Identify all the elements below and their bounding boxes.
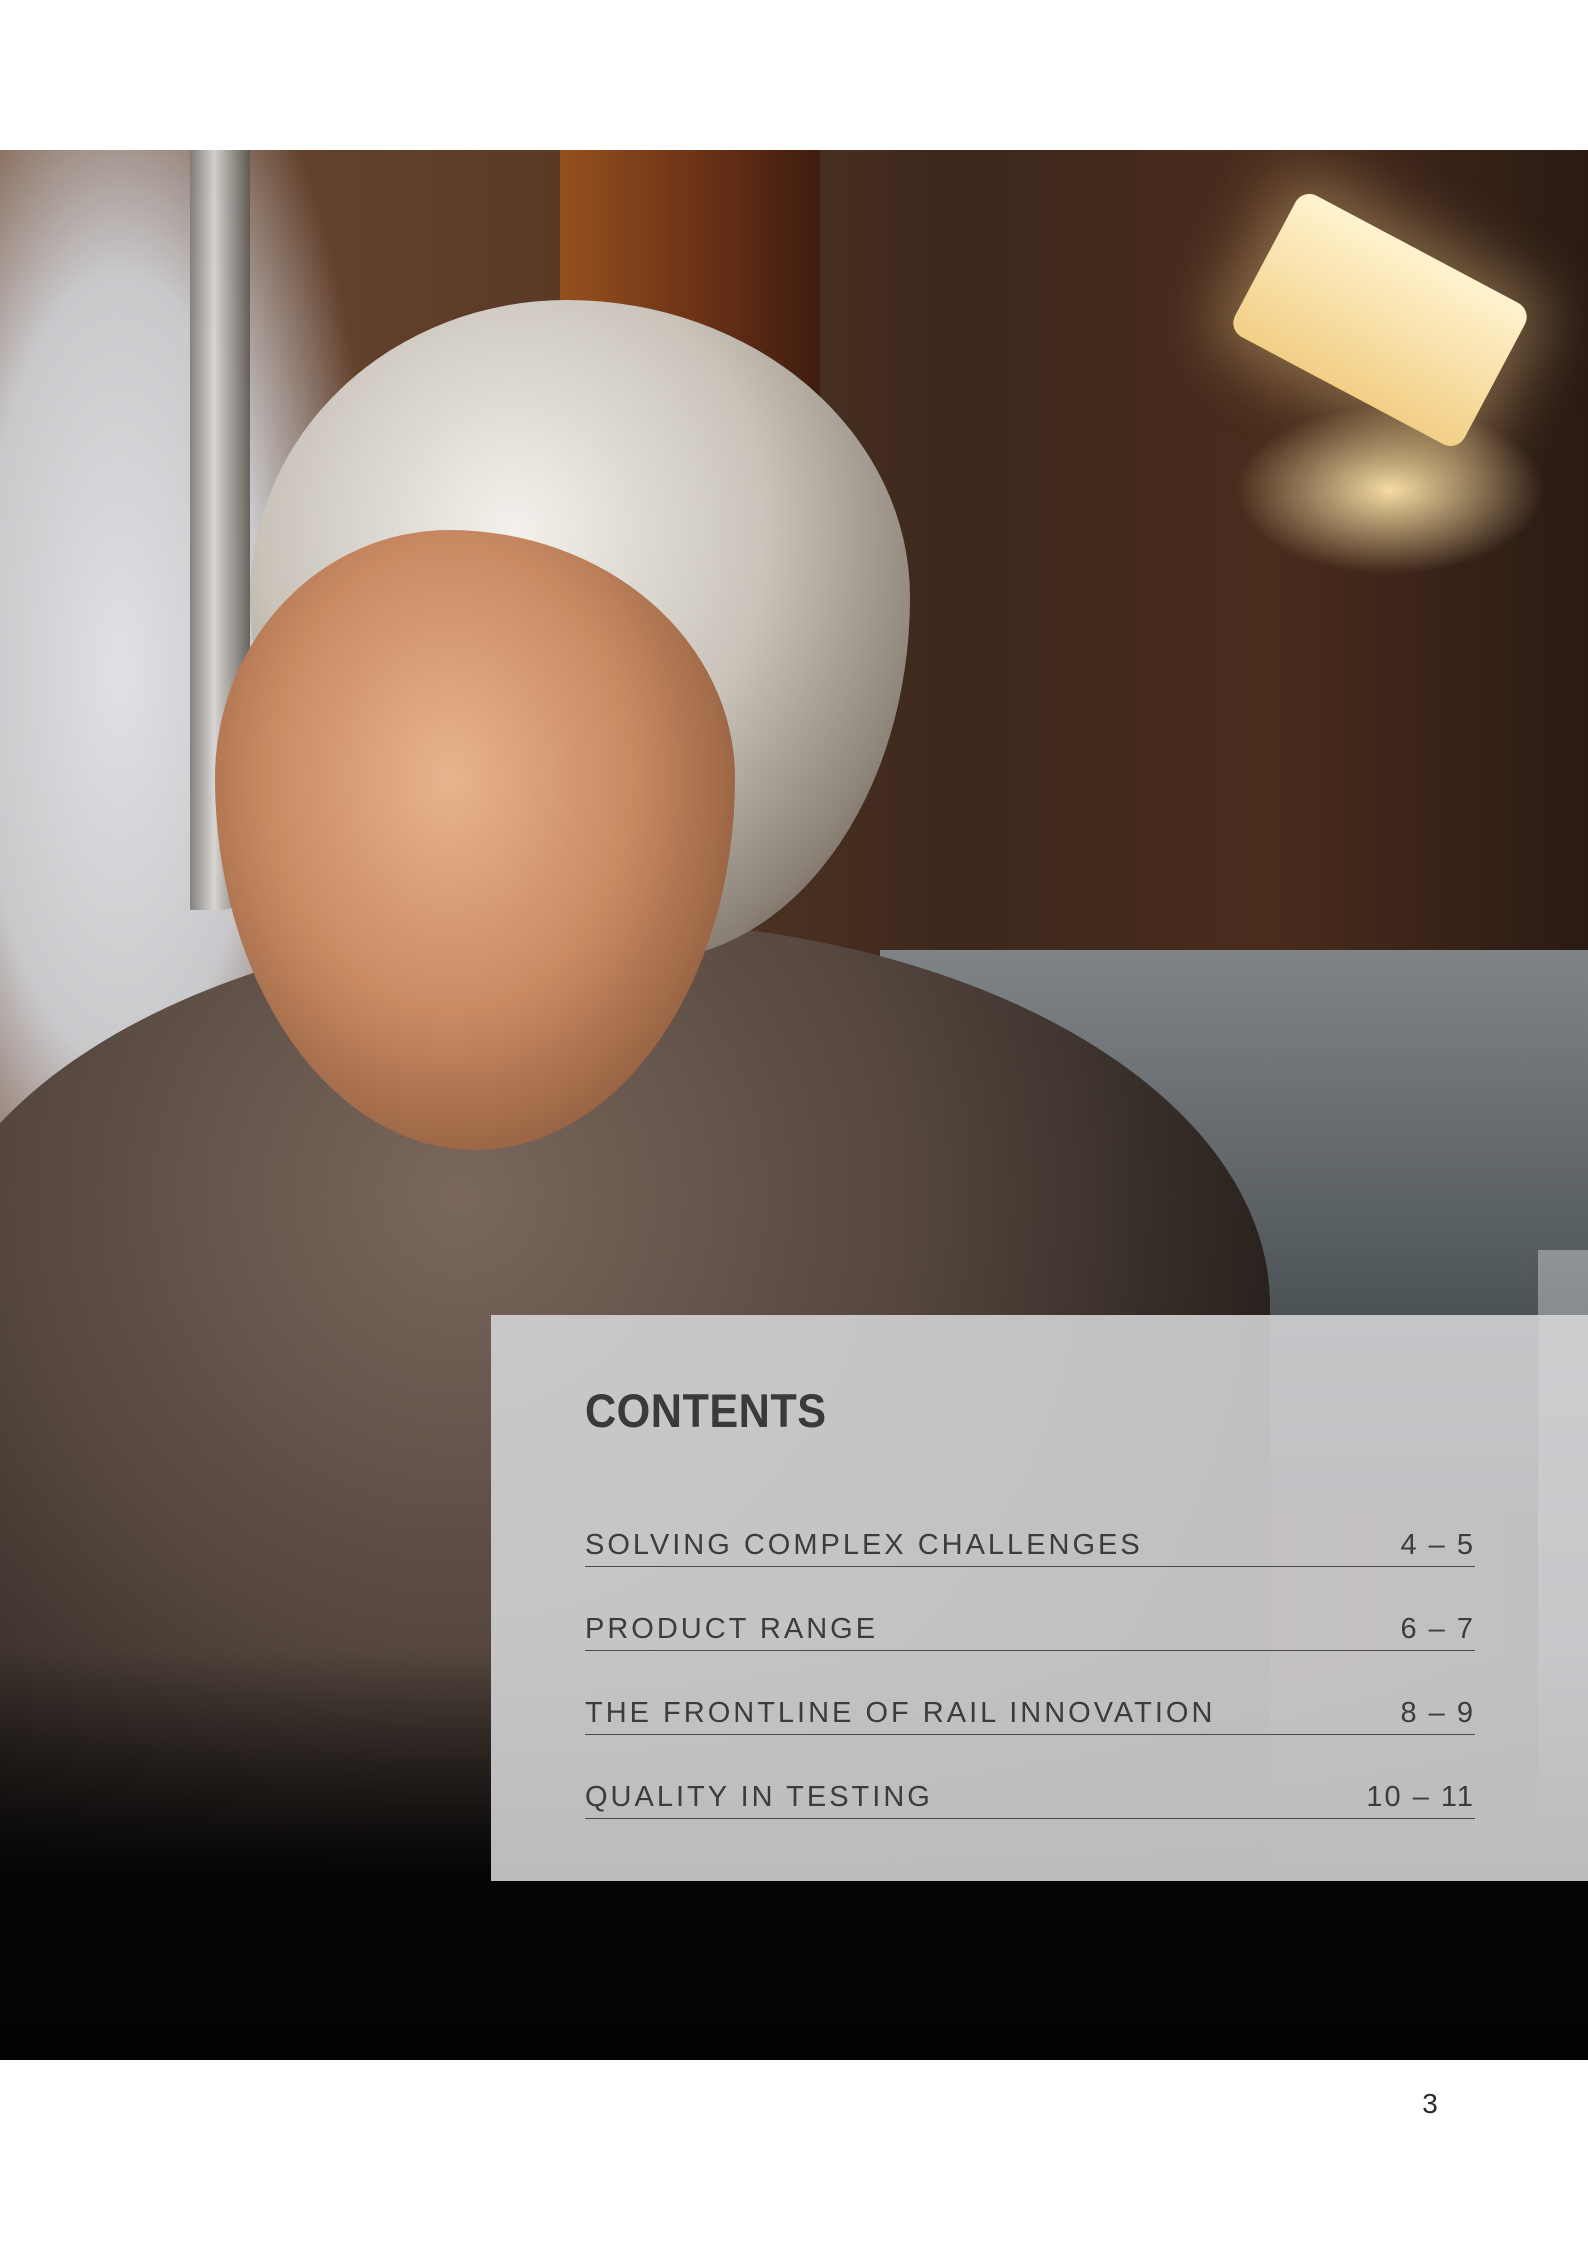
toc-item-pages: 6 – 7 <box>1400 1613 1475 1645</box>
toc-list: SOLVING COMPLEX CHALLENGES 4 – 5 PRODUCT… <box>585 1507 1475 1843</box>
toc-item-pages: 4 – 5 <box>1400 1529 1475 1561</box>
ceiling-lamp <box>1227 188 1533 452</box>
toc-item-label: PRODUCT RANGE <box>585 1613 879 1645</box>
toc-item-product-range[interactable]: PRODUCT RANGE 6 – 7 <box>585 1591 1475 1651</box>
toc-item-solving-complex-challenges[interactable]: SOLVING COMPLEX CHALLENGES 4 – 5 <box>585 1507 1475 1567</box>
toc-item-label: THE FRONTLINE OF RAIL INNOVATION <box>585 1697 1216 1729</box>
contents-panel: CONTENTS SOLVING COMPLEX CHALLENGES 4 – … <box>491 1315 1588 1881</box>
toc-item-label: SOLVING COMPLEX CHALLENGES <box>585 1529 1143 1561</box>
toc-item-pages: 8 – 9 <box>1400 1697 1475 1729</box>
toc-item-frontline-of-rail-innovation[interactable]: THE FRONTLINE OF RAIL INNOVATION 8 – 9 <box>585 1675 1475 1735</box>
page-number: 3 <box>1422 2088 1438 2119</box>
toc-item-quality-in-testing[interactable]: QUALITY IN TESTING 10 – 11 <box>585 1759 1475 1819</box>
toc-item-label: QUALITY IN TESTING <box>585 1781 933 1813</box>
toc-item-pages: 10 – 11 <box>1366 1781 1475 1813</box>
contents-title: CONTENTS <box>585 1384 827 1437</box>
